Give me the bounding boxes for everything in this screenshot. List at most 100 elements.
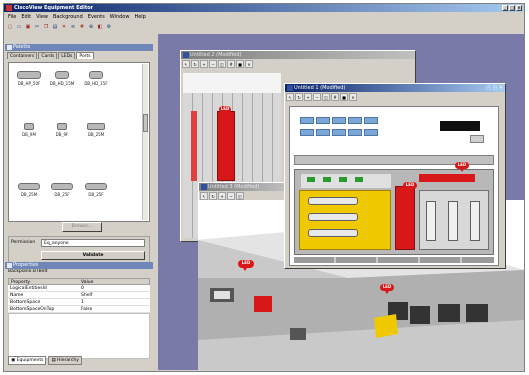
yellow-card[interactable] [299,190,391,250]
grid-icon[interactable]: # [331,93,339,101]
open-icon[interactable]: ▭ [15,23,23,31]
card-slot[interactable] [470,201,480,241]
panel-button[interactable] [316,117,330,124]
panel-button[interactable] [364,117,378,124]
led-badge[interactable]: LED [455,162,469,172]
property-value[interactable]: 1 [79,299,150,305]
selected-card[interactable] [395,186,415,250]
zoom-in-icon[interactable]: + [304,93,312,101]
grid-icon[interactable]: # [227,60,235,68]
fit-icon[interactable]: ◫ [218,60,226,68]
tab-cards[interactable]: Cards [38,52,58,59]
window-titlebar[interactable]: Untitled 3 (Modified) [199,183,287,191]
zoom-out-icon[interactable]: − [227,192,235,200]
property-value[interactable]: False [79,306,150,312]
tab-equipments[interactable]: ▣ Equipments [8,355,47,365]
palette-item[interactable]: DB_25F [79,183,113,197]
palette-item[interactable]: DB_HD_15M [45,71,79,86]
menu-view[interactable]: View [36,13,48,21]
palette-item[interactable]: DB_25M [79,123,113,137]
panel-button[interactable] [348,129,362,136]
zoom-out-icon[interactable]: − [209,60,217,68]
minimize-icon[interactable]: _ [502,5,508,11]
tab-ports[interactable]: Ports [76,52,94,59]
menu-background[interactable]: Background [53,13,83,21]
property-value[interactable]: 0 [79,285,150,291]
cut-icon[interactable]: ✂ [33,23,41,31]
palette-scrollbar[interactable] [142,64,148,220]
selected-card[interactable] [217,111,235,181]
rotate-icon[interactable]: ↻ [295,93,303,101]
close-icon[interactable]: ✕ [245,60,253,68]
prefs-icon[interactable]: ⚙ [105,23,113,31]
rotate-icon[interactable]: ↻ [209,192,217,200]
menu-help[interactable]: Help [134,13,145,21]
tab-leds[interactable]: LEDs [58,52,76,59]
zoom-icon[interactable]: ⊕ [87,23,95,31]
permission-field[interactable]: Eq_anyone [41,239,145,247]
panel-button[interactable] [364,129,378,136]
table-row[interactable]: Name Shelf [8,292,150,299]
fit-icon[interactable]: ◫ [236,192,244,200]
panel-button[interactable] [332,129,346,136]
maximize-icon[interactable]: □ [509,5,515,11]
zoom-out-icon[interactable]: − [313,93,321,101]
menu-edit[interactable]: Edit [21,13,31,21]
layer-icon[interactable]: ◧ [96,23,104,31]
panel-button[interactable] [316,129,330,136]
browse-button[interactable]: Browse... [62,222,102,232]
menu-events[interactable]: Events [88,13,105,21]
palette-item[interactable]: DB_9M [12,123,46,137]
zoom-in-icon[interactable]: + [200,60,208,68]
rotate-icon[interactable]: ↻ [191,60,199,68]
zoom-in-icon[interactable]: + [218,192,226,200]
palette-item[interactable]: DB_HD_15F [79,71,113,86]
menu-file[interactable]: File [8,13,16,21]
stop-icon[interactable]: ■ [236,60,244,68]
validate-button[interactable]: Validate [41,251,145,260]
new-icon[interactable]: ▢ [6,23,14,31]
led-badge[interactable]: LED [403,182,417,192]
table-row[interactable]: BottomSpace 1 [8,299,150,306]
db-port[interactable] [308,229,358,237]
window-untitled-1[interactable]: Untitled 1 (Modified) ◰ ◳ ✕ ↖ ↻ + − ◫ # ■ ✕ [284,83,506,269]
copy-icon[interactable]: ❐ [42,23,50,31]
window-titlebar[interactable]: Untitled 2 (Modified) [181,51,415,59]
card-slot[interactable] [426,201,436,241]
save-icon[interactable]: ▣ [24,23,32,31]
table-row[interactable]: LogicalEntitiesId 0 [8,285,150,292]
panel-button[interactable] [300,117,314,124]
menu-window[interactable]: Window [110,13,130,21]
fit-icon[interactable]: ◫ [322,93,330,101]
small-button[interactable] [470,135,484,143]
window-controls-icon[interactable]: ◰ ◳ ✕ [486,84,503,92]
palette-item[interactable]: DB_HP_50F [12,71,46,86]
palette-item[interactable]: DB_9F [45,123,79,137]
grid-icon[interactable]: # [78,23,86,31]
table-row[interactable]: BottomSpaceOnTop False [8,306,150,313]
tab-hierarchy[interactable]: ▤ Hierarchy [48,355,82,365]
window-titlebar[interactable]: Untitled 1 (Modified) ◰ ◳ ✕ [285,84,505,92]
db-port[interactable] [308,197,358,205]
card-slot[interactable] [448,201,458,241]
led-badge[interactable]: LED [219,106,231,116]
palette-item[interactable]: DB_25M [12,183,46,197]
align-icon[interactable]: ≡ [69,23,77,31]
delete-icon[interactable]: ✕ [60,23,68,31]
card[interactable] [191,111,197,181]
palette-item[interactable]: DB_25F [45,183,79,197]
tab-containers[interactable]: Containers [7,52,38,59]
select-icon[interactable]: ↖ [286,93,294,101]
panel-button[interactable] [348,117,362,124]
close-icon[interactable]: ✕ [349,93,357,101]
select-icon[interactable]: ↖ [200,192,208,200]
db-port[interactable] [308,213,358,221]
led-badge[interactable]: LED [380,284,394,294]
close-icon[interactable]: × [516,5,522,11]
panel-button[interactable] [332,117,346,124]
panel-button[interactable] [300,129,314,136]
paste-icon[interactable]: ▤ [51,23,59,31]
property-value[interactable]: Shelf [79,292,150,298]
select-icon[interactable]: ↖ [182,60,190,68]
stop-icon[interactable]: ■ [340,93,348,101]
